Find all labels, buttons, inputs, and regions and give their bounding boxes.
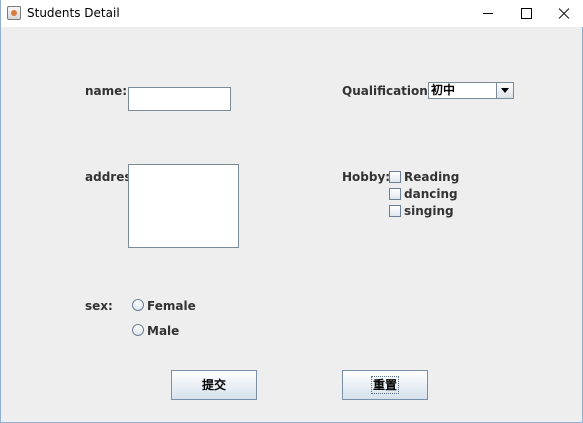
checkbox-box[interactable] <box>389 205 401 217</box>
title-bar[interactable]: Students Detail <box>1 0 583 27</box>
hobby-option-label: dancing <box>404 187 458 201</box>
submit-button-label: 提交 <box>201 378 226 392</box>
checkbox-box[interactable] <box>389 171 401 183</box>
hobby-option-label: singing <box>404 204 454 218</box>
name-label: name: <box>85 84 128 98</box>
chevron-down-icon[interactable] <box>496 83 513 98</box>
sex-option-label: Male <box>147 324 180 338</box>
sex-label: sex: <box>85 299 113 313</box>
radio-button[interactable] <box>132 299 144 311</box>
students-detail-window: Students Detail name: Qualification: 初中 … <box>0 0 583 423</box>
hobby-label: Hobby: <box>342 170 391 184</box>
reset-button[interactable]: 重置 <box>342 370 428 400</box>
reset-button-label: 重置 <box>370 376 400 394</box>
sex-option-label: Female <box>147 299 196 313</box>
qualification-select[interactable]: 初中 <box>428 82 514 99</box>
address-textarea[interactable] <box>128 164 239 248</box>
window-title: Students Detail <box>27 6 120 20</box>
checkbox-box[interactable] <box>389 188 401 200</box>
radio-button[interactable] <box>132 324 144 336</box>
close-icon[interactable] <box>542 0 583 27</box>
qualification-label: Qualification: <box>342 84 433 98</box>
name-input[interactable] <box>128 87 231 111</box>
submit-button[interactable]: 提交 <box>171 370 257 400</box>
java-app-icon <box>7 6 21 20</box>
hobby-option-label: Reading <box>404 170 460 184</box>
qualification-selected-value: 初中 <box>431 83 456 97</box>
